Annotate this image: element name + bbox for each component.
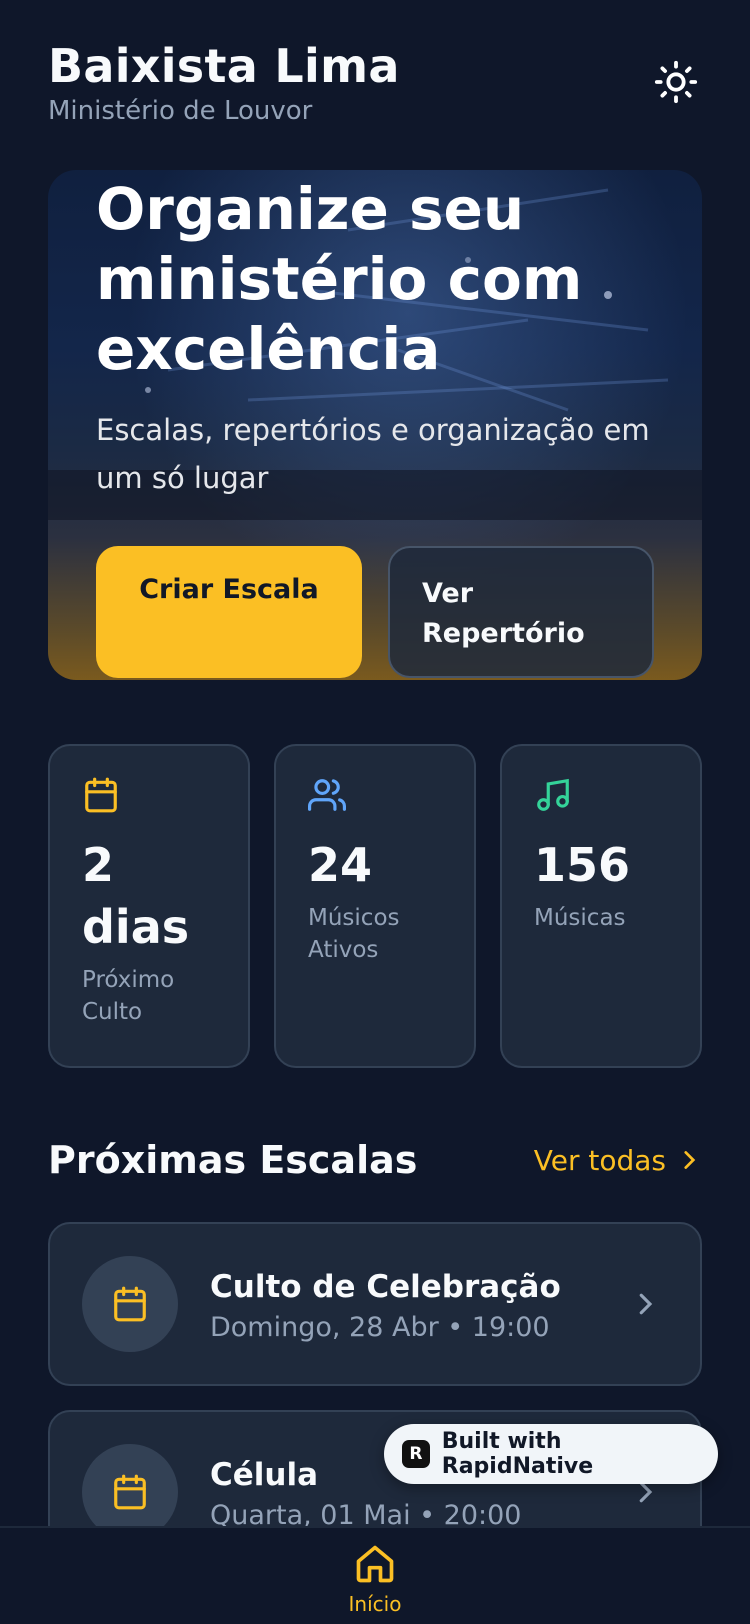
music-icon — [537, 778, 569, 811]
schedule-text: Culto de Celebração Domingo, 28 Abr • 19… — [210, 1266, 630, 1343]
stat-value: 2 dias — [82, 838, 190, 954]
chevron-right-icon — [684, 1151, 696, 1169]
calendar-icon — [114, 1286, 146, 1322]
stat-label: Músicas — [534, 905, 626, 931]
header: Baixista Lima Ministério de Louvor — [48, 38, 702, 138]
badge-text: Built with RapidNative — [441, 1429, 594, 1479]
home-icon — [356, 1545, 394, 1583]
stat-value: 156 — [534, 838, 631, 892]
stat-card-next-service[interactable]: 2 dias Próximo Culto — [48, 744, 250, 1068]
hero-actions: Criar Escala Ver Repertório — [96, 546, 654, 678]
hero-banner: Organize seu ministério com excelência E… — [48, 170, 702, 680]
bottom-navigation: Início — [0, 1526, 750, 1624]
hero-subtitle: Escalas, repertórios e organização em um… — [96, 413, 650, 495]
view-repertoire-button[interactable]: Ver Repertório — [388, 546, 654, 678]
schedule-card[interactable]: Culto de Celebração Domingo, 28 Abr • 19… — [48, 1222, 702, 1386]
schedule-title: Culto de Celebração — [210, 1268, 561, 1305]
calendar-icon — [85, 777, 117, 813]
nav-label-home: Início — [348, 1592, 402, 1616]
home-screen: Baixista Lima Ministério de Louvor Organ… — [0, 0, 750, 1624]
chevron-right-icon — [639, 1293, 653, 1315]
users-icon — [308, 779, 347, 811]
stat-value: 24 — [308, 838, 373, 892]
hero-title: Organize seu ministério com excelência — [96, 175, 583, 383]
sun-icon — [654, 60, 698, 104]
rapidnative-logo-icon: R — [402, 1440, 430, 1468]
create-schedule-button[interactable]: Criar Escala — [96, 546, 362, 678]
section-title: Próximas Escalas — [48, 1138, 418, 1182]
page-subtitle: Ministério de Louvor — [48, 96, 313, 126]
page-title: Baixista Lima — [48, 39, 400, 93]
schedule-icon-circle — [82, 1256, 178, 1352]
built-with-badge[interactable]: R Built with RapidNative — [384, 1424, 718, 1484]
nav-item-home[interactable]: Início — [325, 1542, 425, 1616]
schedule-date: Domingo, 28 Abr • 19:00 — [210, 1311, 550, 1343]
see-all-label: Ver todas — [533, 1143, 666, 1177]
stat-label: Músicos Ativos — [308, 905, 400, 963]
section-header: Próximas Escalas Ver todas — [48, 1130, 702, 1190]
hero-content: Organize seu ministério com excelência E… — [96, 170, 662, 502]
theme-toggle-button[interactable] — [650, 56, 702, 108]
stats-row: 2 dias Próximo Culto 24 Músicos Ativos 1… — [48, 744, 702, 1068]
stat-label: Próximo Culto — [82, 967, 175, 1025]
see-all-link[interactable]: Ver todas — [534, 1144, 702, 1177]
stat-card-active-musicians[interactable]: 24 Músicos Ativos — [274, 744, 476, 1068]
stat-card-songs[interactable]: 156 Músicas — [500, 744, 702, 1068]
calendar-icon — [114, 1474, 146, 1510]
